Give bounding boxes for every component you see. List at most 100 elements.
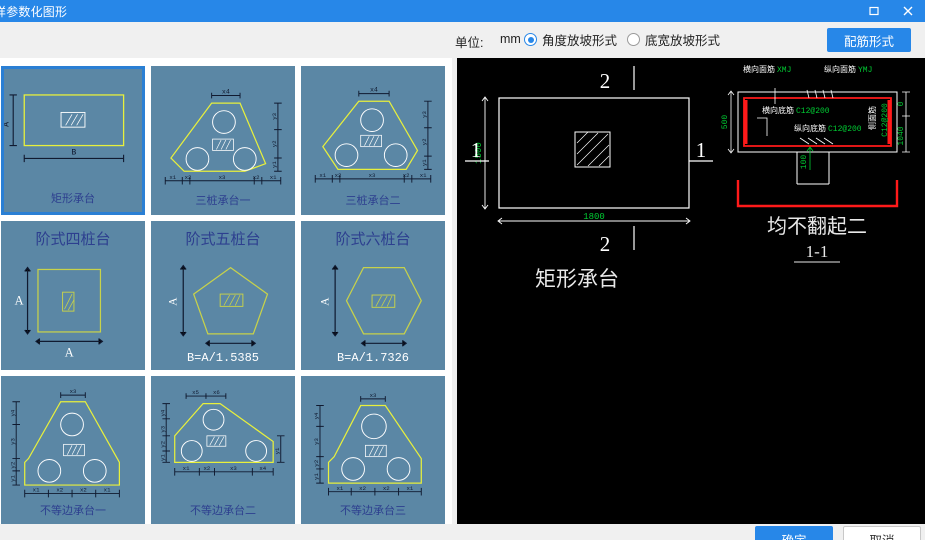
- svg-text:x1: x1: [104, 487, 111, 494]
- svg-text:x3: x3: [219, 174, 226, 181]
- plan-title-text: 矩形承台: [535, 268, 619, 291]
- shape-thumb-uneven-2[interactable]: x5 x6 x1 x2 x3 x4 y4 y3 y2 y1 y1 不等边承台二: [148, 373, 298, 524]
- unit-value: mm: [500, 32, 521, 46]
- shape-thumb-hexagon-6pile-caption: 阶式六桩台: [335, 231, 411, 248]
- section-mark-2-top: 2: [600, 69, 611, 93]
- shape-thumbnail-grid: A B 矩形承台: [0, 63, 448, 524]
- svg-text:x6: x6: [213, 389, 220, 396]
- shape-thumb-tri-pile-1[interactable]: x4 x1 x2 x3 x2 x1 y3 y2 y1 三桩承台一: [148, 63, 298, 218]
- cancel-button[interactable]: 取消: [843, 526, 921, 540]
- shape-thumb-square-4pile-caption: 阶式四桩台: [35, 231, 111, 248]
- svg-text:y2: y2: [271, 140, 278, 147]
- shape-type-panel[interactable]: A B 矩形承台: [0, 58, 452, 524]
- radio-angle-slope-label: 角度放坡形式: [542, 34, 618, 48]
- svg-text:x3: x3: [369, 172, 376, 179]
- window-title: 样参数化图形: [0, 4, 68, 19]
- svg-text:y1: y1: [421, 159, 428, 166]
- svg-text:x1: x1: [319, 172, 326, 179]
- svg-text:y4: y4: [9, 409, 16, 416]
- annot-longitudinal-top-rebar-code: YMJ: [858, 66, 872, 75]
- svg-text:x2: x2: [185, 174, 192, 181]
- annot-transverse-bottom-rebar-code: C12@200: [796, 107, 830, 116]
- shape-thumb-rectangle-caption: 矩形承台: [51, 193, 95, 205]
- svg-text:x1: x1: [33, 487, 40, 494]
- shape-thumb-rectangle[interactable]: A B 矩形承台: [0, 63, 148, 218]
- annot-longitudinal-bottom-rebar: 纵向底筋: [794, 123, 826, 133]
- svg-text:x3: x3: [70, 388, 77, 395]
- section-mark-1-left: 1: [471, 138, 482, 162]
- svg-text:x2: x2: [383, 485, 390, 492]
- cad-preview-canvas[interactable]: 1500 1800 2 2 1 1 矩形承台 横向面筋 XMJ 纵向面筋 YMJ…: [457, 58, 925, 524]
- svg-text:y3: y3: [9, 438, 16, 445]
- svg-text:x5: x5: [192, 389, 199, 396]
- svg-text:y2: y2: [9, 462, 16, 469]
- annot-transverse-bottom-rebar: 横向底筋: [762, 105, 794, 115]
- svg-text:x1: x1: [183, 465, 190, 472]
- shape-thumb-pentagon-5pile[interactable]: A 阶式五桩台 B=A/1.5385: [148, 218, 298, 373]
- section-height-dim-text: 500: [721, 115, 730, 130]
- radio-angle-slope[interactable]: 角度放坡形式: [524, 30, 617, 49]
- svg-text:x4: x4: [259, 465, 266, 472]
- shape-thumb-uneven-3[interactable]: x3 x1 x2 x2 x1 y4 y3 y2 y1 不等边承台三: [298, 373, 448, 524]
- rebar-form-button[interactable]: 配筋形式: [827, 28, 911, 52]
- parametric-shape-dialog: 样参数化图形 数化截面类型: 单位: mm 角度放坡形式 底宽放坡形式: [0, 0, 925, 540]
- svg-text:y3: y3: [313, 438, 320, 445]
- svg-text:y1: y1: [274, 447, 281, 454]
- svg-text:y3: y3: [421, 110, 428, 117]
- svg-text:A: A: [65, 346, 74, 360]
- shape-thumb-uneven-1-caption: 不等边承台一: [40, 505, 106, 517]
- svg-text:y4: y4: [313, 412, 320, 419]
- close-icon[interactable]: [891, 0, 925, 22]
- svg-text:x1: x1: [169, 174, 176, 181]
- svg-text:y3: y3: [159, 425, 166, 432]
- slope-form-radio-group: 角度放坡形式 底宽放坡形式: [524, 30, 720, 49]
- title-bar: 样参数化图形: [0, 0, 925, 22]
- shape-thumb-pentagon-5pile-formula: B=A/1.5385: [186, 351, 259, 365]
- shape-thumb-tri-pile-2-caption: 三桩承台二: [345, 195, 401, 207]
- svg-text:x3: x3: [230, 465, 237, 472]
- svg-text:x2: x2: [56, 487, 63, 494]
- svg-text:x4: x4: [222, 88, 230, 96]
- svg-text:B: B: [71, 149, 76, 158]
- ok-button[interactable]: 确定: [755, 526, 833, 540]
- svg-text:A: A: [4, 122, 12, 127]
- annot-longitudinal-bottom-rebar-code: C12@200: [828, 125, 862, 134]
- svg-text:A: A: [168, 297, 180, 306]
- shape-thumb-square-4pile[interactable]: A A 阶式四桩台: [0, 218, 148, 373]
- svg-text:y1: y1: [9, 474, 16, 481]
- section-right-dim-1040: 1040: [897, 126, 906, 145]
- svg-text:y3: y3: [271, 112, 278, 119]
- shape-thumb-pentagon-5pile-caption: 阶式五桩台: [185, 231, 261, 248]
- unit-label: 单位:: [455, 36, 484, 50]
- annot-transverse-top-rebar-code: XMJ: [777, 66, 791, 75]
- svg-text:x1: x1: [270, 174, 277, 181]
- radio-bottom-width-slope[interactable]: 底宽放坡形式: [627, 30, 720, 49]
- svg-text:x2: x2: [359, 485, 366, 492]
- svg-text:x1: x1: [336, 485, 343, 492]
- svg-text:x2: x2: [403, 172, 410, 179]
- svg-text:x2: x2: [253, 174, 260, 181]
- svg-text:y1: y1: [159, 454, 166, 461]
- svg-text:x1: x1: [407, 485, 414, 492]
- section-mark-1-right: 1: [696, 138, 707, 162]
- svg-text:y2: y2: [421, 139, 428, 146]
- cad-plan-view: 1500 1800 2 2 1 1 矩形承台: [465, 66, 713, 291]
- section-right-dim-0: 0: [897, 101, 906, 106]
- toolbar: 数化截面类型: 单位: mm 角度放坡形式 底宽放坡形式 配筋形式: [0, 22, 925, 73]
- svg-text:y1: y1: [313, 473, 320, 480]
- shape-thumb-uneven-1[interactable]: x3 x1 x2 x2 x1 y4 y3 y2 y1 不等边承台一: [0, 373, 148, 524]
- radio-bottom-width-slope-label: 底宽放坡形式: [645, 34, 721, 48]
- annot-side-rebar-code: C12@200: [881, 103, 890, 137]
- section-bottom-dim-100: 100: [800, 155, 809, 170]
- radio-bottom-width-slope-dot[interactable]: [627, 33, 641, 46]
- section-mark-2-bottom: 2: [600, 232, 611, 256]
- shape-thumb-hexagon-6pile[interactable]: A 阶式六桩台 B=A/1.7326: [298, 218, 448, 373]
- svg-text:y4: y4: [159, 409, 166, 416]
- plan-width-dim-text: 1800: [583, 212, 605, 222]
- shape-thumb-tri-pile-2[interactable]: x4 x1 x2 x3 x2 x1 y3 y2 y1 三桩承台二: [298, 63, 448, 218]
- maximize-icon[interactable]: [857, 0, 891, 22]
- svg-text:y1: y1: [271, 161, 278, 168]
- svg-text:A: A: [320, 297, 332, 306]
- shape-thumb-hexagon-6pile-formula: B=A/1.7326: [336, 351, 409, 365]
- radio-angle-slope-dot[interactable]: [524, 33, 537, 46]
